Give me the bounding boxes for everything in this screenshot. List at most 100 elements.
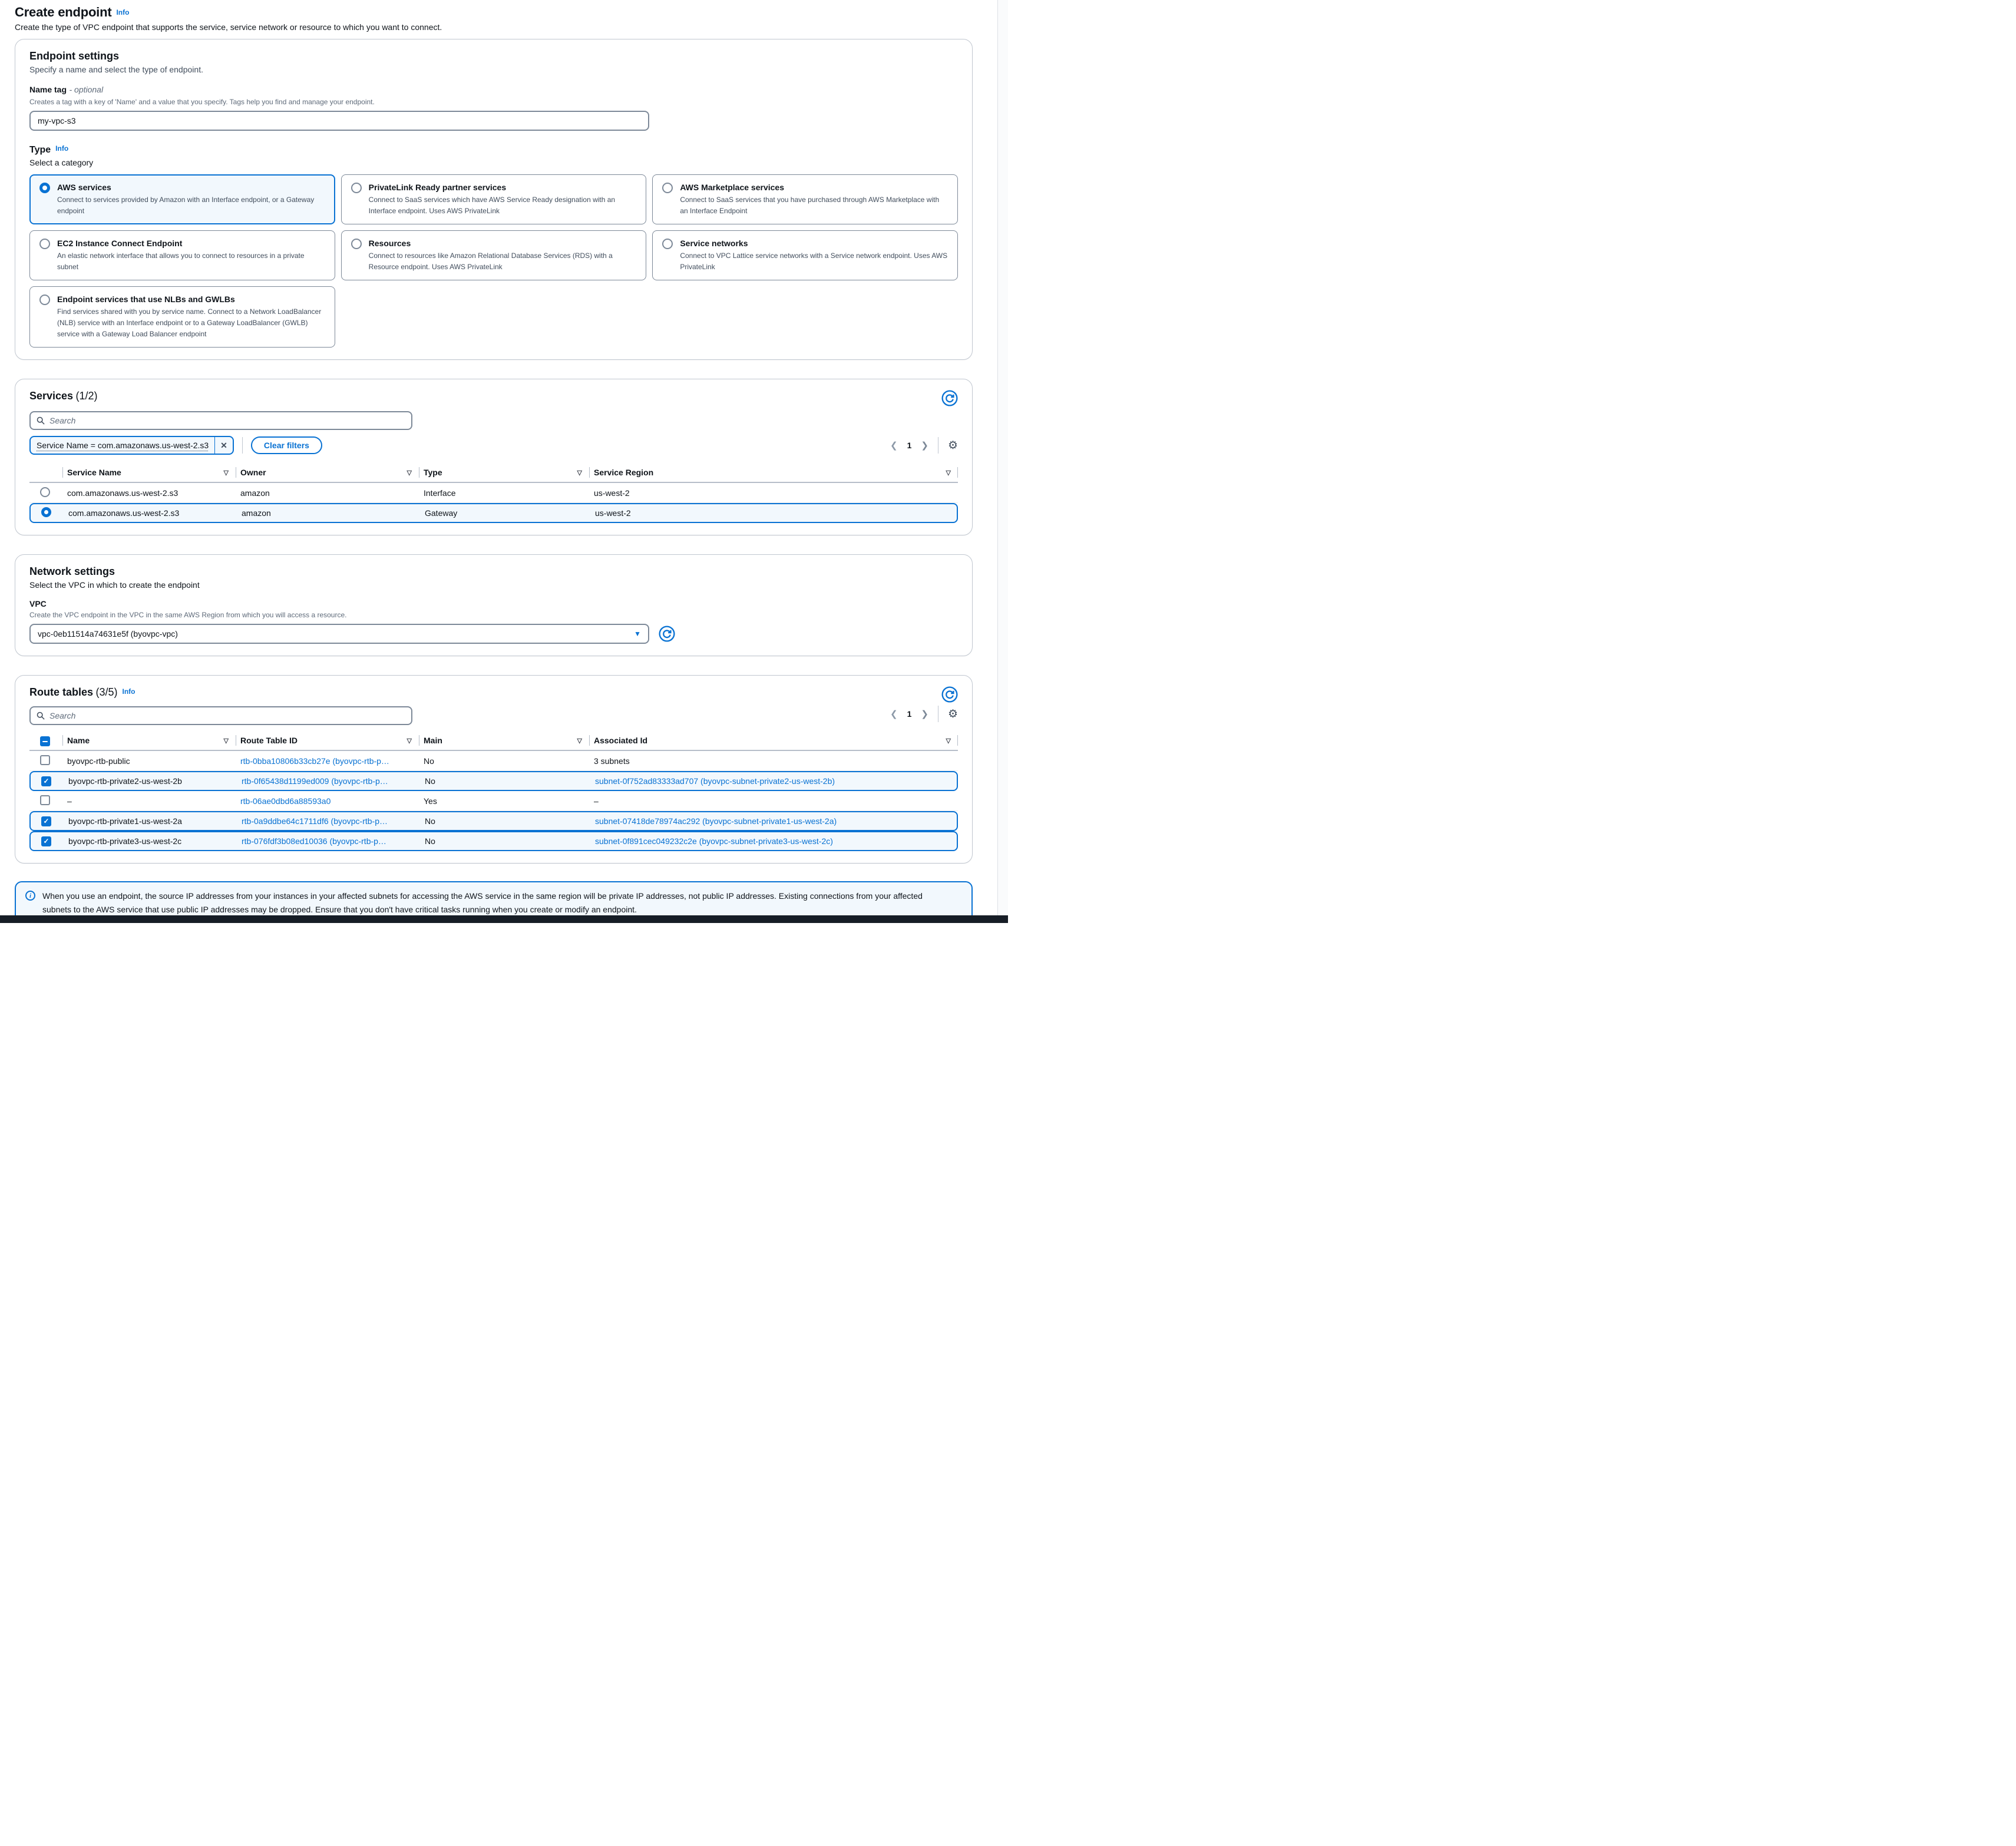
- preferences-gear-icon[interactable]: ⚙: [948, 709, 958, 720]
- services-table: Service Name▽ Owner▽ Type▽ Service Regio…: [29, 463, 958, 523]
- bottom-window-edge: [0, 915, 1008, 923]
- filter-icon[interactable]: ▽: [577, 469, 582, 477]
- route-tables-header: Name▽ Route Table ID▽ Main▽ Associated I…: [29, 731, 958, 751]
- prev-page-icon[interactable]: ❮: [890, 709, 898, 719]
- radio-checked-icon[interactable]: [39, 183, 50, 193]
- name-tag-help: Creates a tag with a key of 'Name' and a…: [29, 98, 958, 106]
- subnet-link[interactable]: subnet-0f891cec049232c2e (byovpc-subnet-…: [595, 836, 833, 846]
- tile-label: PrivateLink Ready partner services: [369, 183, 637, 192]
- services-search-input[interactable]: [49, 416, 405, 425]
- name-cell: byovpc-rtb-public: [62, 756, 236, 766]
- tile-description: Connect to SaaS services that you have p…: [680, 194, 948, 216]
- vpc-select[interactable]: vpc-0eb11514a74631e5f (byovpc-vpc) ▼: [29, 624, 649, 644]
- next-page-icon[interactable]: ❯: [921, 709, 928, 719]
- route-table-id-link[interactable]: rtb-076fdf3b08ed10036 (byovpc-rtb-p…: [242, 836, 386, 846]
- tile-marketplace[interactable]: AWS Marketplace services Connect to SaaS…: [652, 174, 958, 224]
- col-owner[interactable]: Owner▽: [236, 463, 419, 482]
- radio-icon[interactable]: [39, 239, 50, 249]
- subnet-link[interactable]: subnet-07418de78974ac292 (byovpc-subnet-…: [595, 816, 837, 826]
- info-banner-text: When you use an endpoint, the source IP …: [42, 889, 950, 916]
- services-title: Services: [29, 390, 73, 402]
- row-checkbox[interactable]: [40, 755, 50, 765]
- tile-label: Service networks: [680, 239, 948, 248]
- divider: [242, 437, 243, 454]
- preferences-gear-icon[interactable]: ⚙: [948, 440, 958, 451]
- tile-nlb-gwlb[interactable]: Endpoint services that use NLBs and GWLB…: [29, 286, 335, 348]
- col-main[interactable]: Main▽: [419, 731, 589, 750]
- route-table-row[interactable]: byovpc-rtb-public rtb-0bba10806b33cb27e …: [29, 751, 958, 771]
- tile-service-networks[interactable]: Service networks Connect to VPC Lattice …: [652, 230, 958, 280]
- row-radio-checked[interactable]: [41, 507, 51, 517]
- filter-icon[interactable]: ▽: [224, 737, 229, 745]
- radio-icon[interactable]: [39, 295, 50, 305]
- tile-resources[interactable]: Resources Connect to resources like Amaz…: [341, 230, 647, 280]
- row-checkbox[interactable]: [40, 795, 50, 805]
- services-table-header: Service Name▽ Owner▽ Type▽ Service Regio…: [29, 463, 958, 483]
- route-table-id-link[interactable]: rtb-0f65438d1199ed009 (byovpc-rtb-p…: [242, 776, 388, 786]
- radio-icon[interactable]: [351, 239, 362, 249]
- filter-token-label[interactable]: Service Name = com.amazonaws.us-west-2.s…: [31, 441, 214, 450]
- radio-icon[interactable]: [662, 239, 673, 249]
- subnets-popover-link[interactable]: 3 subnets: [594, 756, 630, 766]
- radio-icon[interactable]: [662, 183, 673, 193]
- row-checkbox-checked[interactable]: ✓: [41, 816, 51, 826]
- tile-label: AWS Marketplace services: [680, 183, 948, 192]
- route-table-row[interactable]: ✓ byovpc-rtb-private3-us-west-2c rtb-076…: [29, 831, 958, 851]
- tile-description: Connect to services provided by Amazon w…: [57, 194, 325, 216]
- select-all-checkbox[interactable]: [40, 736, 50, 746]
- route-table-id-link[interactable]: rtb-0bba10806b33cb27e (byovpc-rtb-p…: [240, 756, 389, 766]
- route-tables-search-input[interactable]: [49, 711, 405, 720]
- filter-icon[interactable]: ▽: [577, 737, 582, 745]
- route-tables-table: Name▽ Route Table ID▽ Main▽ Associated I…: [29, 731, 958, 851]
- services-page-number[interactable]: 1: [907, 441, 912, 450]
- tile-privatelink-partner[interactable]: PrivateLink Ready partner services Conne…: [341, 174, 647, 224]
- col-route-table-id[interactable]: Route Table ID▽: [236, 731, 419, 750]
- create-endpoint-page: Create endpointInfo Create the type of V…: [0, 0, 1008, 923]
- service-row-interface[interactable]: com.amazonaws.us-west-2.s3 amazon Interf…: [29, 483, 958, 503]
- main-cell: Yes: [419, 796, 589, 806]
- col-service-region[interactable]: Service Region▽: [589, 463, 958, 482]
- row-checkbox-checked[interactable]: ✓: [41, 836, 51, 846]
- page-info-link[interactable]: Info: [116, 8, 129, 16]
- row-checkbox-checked[interactable]: ✓: [41, 776, 51, 786]
- refresh-icon[interactable]: [941, 686, 958, 703]
- filter-icon[interactable]: ▽: [946, 737, 951, 745]
- route-table-row[interactable]: ✓ byovpc-rtb-private1-us-west-2a rtb-0a9…: [29, 811, 958, 831]
- route-tables-info-link[interactable]: Info: [123, 687, 135, 696]
- prev-page-icon[interactable]: ❮: [890, 440, 898, 451]
- col-name[interactable]: Name▽: [62, 731, 236, 750]
- route-table-id-link[interactable]: rtb-0a9ddbe64c1711df6 (byovpc-rtb-p…: [242, 816, 388, 826]
- services-search[interactable]: [29, 411, 412, 430]
- tile-ec2-instance-connect[interactable]: EC2 Instance Connect Endpoint An elastic…: [29, 230, 335, 280]
- filter-icon[interactable]: ▽: [224, 469, 229, 477]
- route-tables-page-number[interactable]: 1: [907, 709, 912, 719]
- token-dismiss-icon[interactable]: ✕: [214, 437, 233, 454]
- radio-icon[interactable]: [351, 183, 362, 193]
- refresh-icon[interactable]: [941, 390, 958, 406]
- type-cell: Gateway: [420, 508, 590, 518]
- type-category-tiles: AWS services Connect to services provide…: [29, 174, 958, 348]
- type-info-link[interactable]: Info: [55, 144, 68, 153]
- service-row-gateway[interactable]: com.amazonaws.us-west-2.s3 amazon Gatewa…: [29, 503, 958, 523]
- tile-aws-services[interactable]: AWS services Connect to services provide…: [29, 174, 335, 224]
- services-count: (1/2): [76, 390, 98, 402]
- filter-icon[interactable]: ▽: [407, 737, 412, 745]
- subnet-link[interactable]: subnet-0f752ad83333ad707 (byovpc-subnet-…: [595, 776, 835, 786]
- filter-icon[interactable]: ▽: [407, 469, 412, 477]
- route-table-row[interactable]: – rtb-06ae0dbd6a88593a0 Yes –: [29, 791, 958, 811]
- col-associated-id[interactable]: Associated Id▽: [589, 731, 958, 750]
- next-page-icon[interactable]: ❯: [921, 440, 928, 451]
- col-type[interactable]: Type▽: [419, 463, 589, 482]
- row-radio[interactable]: [40, 487, 50, 497]
- refresh-icon[interactable]: [659, 626, 675, 642]
- tile-description: Connect to resources like Amazon Relatio…: [369, 250, 637, 272]
- col-service-name[interactable]: Service Name▽: [62, 463, 236, 482]
- route-table-id-link[interactable]: rtb-06ae0dbd6a88593a0: [240, 796, 331, 806]
- service-name-cell: com.amazonaws.us-west-2.s3: [64, 508, 237, 518]
- clear-filters-button[interactable]: Clear filters: [251, 436, 322, 454]
- network-settings-card: Network settings Select the VPC in which…: [15, 554, 973, 656]
- route-table-row[interactable]: ✓ byovpc-rtb-private2-us-west-2b rtb-0f6…: [29, 771, 958, 791]
- name-tag-input[interactable]: [29, 111, 649, 131]
- filter-icon[interactable]: ▽: [946, 469, 951, 477]
- route-tables-search[interactable]: [29, 706, 412, 725]
